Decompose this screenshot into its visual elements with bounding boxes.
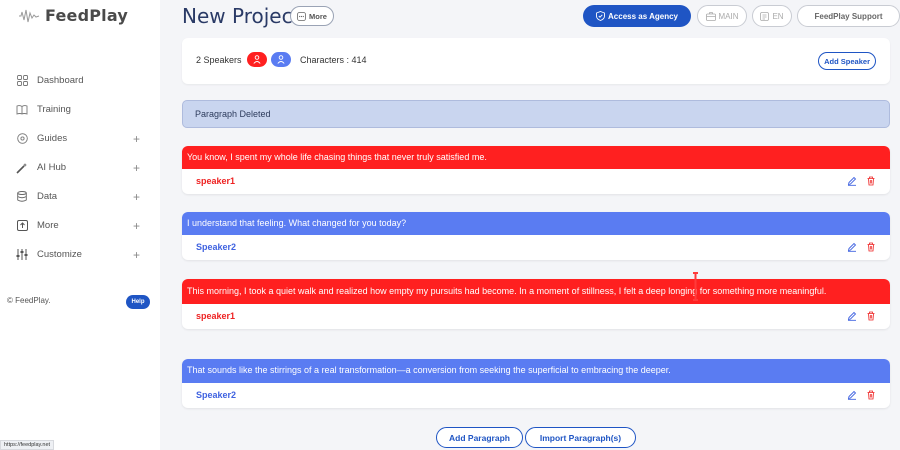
shield-check-icon xyxy=(596,11,605,21)
more-button[interactable]: More xyxy=(290,6,334,26)
user-icon xyxy=(253,55,261,64)
paragraph-card: This morning, I took a quiet walk and re… xyxy=(182,279,890,329)
grid-icon xyxy=(16,75,28,87)
speakers-card: 2 Speakers Characters : 414 Add Speaker xyxy=(182,38,890,84)
paragraph-card: I understand that feeling. What changed … xyxy=(182,212,890,260)
book-icon xyxy=(16,104,28,116)
app-logo[interactable]: FeedPlay xyxy=(18,6,128,25)
magic-wand-icon xyxy=(16,162,28,174)
page-title: New Project xyxy=(182,4,301,28)
speaker1-badge[interactable] xyxy=(247,52,267,67)
help-button[interactable]: Help xyxy=(126,295,150,309)
paragraph-footer: Speaker2 xyxy=(182,383,890,408)
trash-icon[interactable] xyxy=(866,390,876,400)
paragraph-footer: speaker1 xyxy=(182,304,890,329)
sidebar-item-label: More xyxy=(37,220,59,231)
paragraph-text[interactable]: I understand that feeling. What changed … xyxy=(182,212,890,235)
database-icon xyxy=(16,191,28,203)
sidebar-item-label: Dashboard xyxy=(37,75,84,86)
sidebar-item-label: Guides xyxy=(37,133,68,144)
speaker2-badge[interactable] xyxy=(271,52,291,67)
sidebar-item-label: Customize xyxy=(37,249,82,260)
trash-icon[interactable] xyxy=(866,176,876,186)
paragraph-speaker[interactable]: speaker1 xyxy=(196,311,235,321)
sidebar-nav: Dashboard Training Guides + AI Hub + Dat… xyxy=(0,66,160,269)
paragraph-card: You know, I spent my whole life chasing … xyxy=(182,146,890,194)
main-button-label: MAIN xyxy=(718,11,739,21)
upload-box-icon xyxy=(16,220,28,232)
copyright-text: © FeedPlay. xyxy=(7,296,51,305)
sidebar-item-data[interactable]: Data + xyxy=(0,182,160,211)
more-button-label: More xyxy=(309,11,327,21)
sidebar-item-label: Data xyxy=(37,191,58,202)
paragraph-text[interactable]: This morning, I took a quiet walk and re… xyxy=(182,279,890,304)
sidebar-item-dashboard[interactable]: Dashboard xyxy=(0,66,160,95)
sidebar-item-more[interactable]: More + xyxy=(0,211,160,240)
sidebar: FeedPlay Dashboard Training Guides + AI … xyxy=(0,0,160,450)
feedplay-support-button[interactable]: FeedPlay Support xyxy=(797,5,900,27)
paragraph-footer: speaker1 xyxy=(182,169,890,194)
text-cursor-icon xyxy=(693,272,698,301)
paragraph-card: That sounds like the stirrings of a real… xyxy=(182,359,890,408)
app-name: FeedPlay xyxy=(45,6,128,25)
expand-plus-icon[interactable]: + xyxy=(133,161,140,175)
edit-pencil-icon[interactable] xyxy=(847,242,857,252)
paragraph-speaker[interactable]: Speaker2 xyxy=(196,242,236,252)
sidebar-item-customize[interactable]: Customize + xyxy=(0,240,160,269)
status-bar-url: https://feedplay.net xyxy=(0,440,55,450)
more-dots-icon xyxy=(297,11,306,21)
sidebar-item-guides[interactable]: Guides + xyxy=(0,124,160,153)
paragraph-text[interactable]: You know, I spent my whole life chasing … xyxy=(182,146,890,169)
paragraph-speaker[interactable]: speaker1 xyxy=(196,176,235,186)
add-paragraph-button[interactable]: Add Paragraph xyxy=(436,427,523,448)
user-icon xyxy=(277,55,285,64)
logo-wave-icon xyxy=(19,9,40,22)
compass-icon xyxy=(16,133,28,145)
edit-pencil-icon[interactable] xyxy=(847,311,857,321)
character-count: Characters : 414 xyxy=(300,55,367,65)
sidebar-item-label: Training xyxy=(37,104,71,115)
sidebar-item-label: AI Hub xyxy=(37,162,67,173)
edit-pencil-icon[interactable] xyxy=(847,390,857,400)
speaker-count: 2 Speakers xyxy=(196,55,242,65)
sliders-icon xyxy=(16,249,28,261)
agency-button-label: Access as Agency xyxy=(608,11,678,21)
sidebar-item-training[interactable]: Training xyxy=(0,95,160,124)
import-paragraphs-button[interactable]: Import Paragraph(s) xyxy=(525,427,636,448)
sidebar-item-ai-hub[interactable]: AI Hub + xyxy=(0,153,160,182)
translate-icon xyxy=(760,11,770,21)
expand-plus-icon[interactable]: + xyxy=(133,132,140,146)
paragraph-deleted-notice: Paragraph Deleted xyxy=(182,100,890,128)
briefcase-icon xyxy=(705,11,716,21)
main-button[interactable]: MAIN xyxy=(697,5,747,27)
edit-pencil-icon[interactable] xyxy=(847,176,857,186)
trash-icon[interactable] xyxy=(866,311,876,321)
language-button-label: EN xyxy=(772,11,784,21)
access-as-agency-button[interactable]: Access as Agency xyxy=(583,5,691,27)
add-speaker-button[interactable]: Add Speaker xyxy=(818,52,876,70)
paragraph-footer: Speaker2 xyxy=(182,235,890,260)
expand-plus-icon[interactable]: + xyxy=(133,248,140,262)
language-button[interactable]: EN xyxy=(752,5,792,27)
paragraph-speaker[interactable]: Speaker2 xyxy=(196,390,236,400)
expand-plus-icon[interactable]: + xyxy=(133,219,140,233)
expand-plus-icon[interactable]: + xyxy=(133,190,140,204)
paragraph-text[interactable]: That sounds like the stirrings of a real… xyxy=(182,359,890,383)
trash-icon[interactable] xyxy=(866,242,876,252)
